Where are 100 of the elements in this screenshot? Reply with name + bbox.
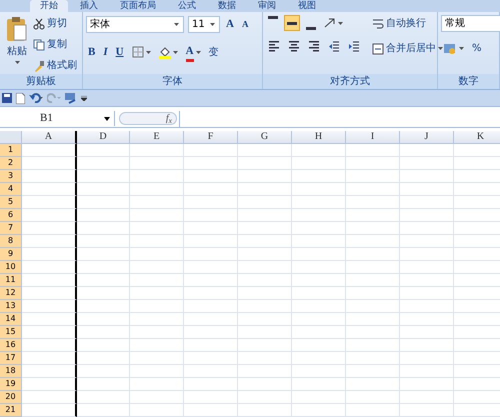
column-header[interactable]: H (292, 131, 346, 144)
table-cell[interactable] (22, 339, 77, 352)
table-cell[interactable] (22, 144, 77, 157)
table-cell[interactable] (22, 248, 77, 261)
table-cell[interactable] (22, 287, 77, 300)
merge-center-button[interactable]: 合并后居中 (370, 40, 445, 57)
fill-color-button[interactable] (156, 44, 180, 60)
row-header[interactable]: 10 (0, 261, 22, 274)
borders-button[interactable] (130, 45, 153, 60)
column-header[interactable]: J (400, 131, 454, 144)
ribbon-tab[interactable]: 视图 (288, 0, 326, 12)
italic-button[interactable]: I (101, 43, 110, 62)
select-all-corner[interactable] (0, 131, 22, 144)
font-size-field[interactable]: 11 (188, 16, 220, 33)
row-header[interactable]: 15 (0, 326, 22, 339)
horizontal-align-button[interactable] (306, 39, 322, 53)
column-header[interactable]: A (22, 131, 77, 144)
clipboard-cut-button[interactable]: 剪切 (31, 15, 79, 32)
phonetic-button[interactable]: 变 (206, 44, 221, 61)
ribbon-tab[interactable]: 开始 (30, 0, 68, 12)
row-header[interactable]: 21 (0, 404, 22, 417)
horizontal-align-button[interactable] (286, 39, 302, 53)
table-cell[interactable] (22, 313, 77, 326)
indent-button[interactable] (346, 39, 362, 53)
caret-icon (210, 22, 217, 26)
clipboard-format-painter-button[interactable]: 格式刷 (31, 57, 79, 74)
table-cell[interactable] (22, 326, 77, 339)
row-header[interactable]: 7 (0, 222, 22, 235)
document-icon[interactable] (16, 92, 25, 104)
caret-icon (146, 50, 151, 54)
column-header[interactable]: I (346, 131, 400, 144)
row-header[interactable]: 14 (0, 313, 22, 326)
table-cell[interactable] (22, 352, 77, 365)
table-cell[interactable] (22, 222, 77, 235)
row-header[interactable]: 18 (0, 365, 22, 378)
row-header[interactable]: 6 (0, 209, 22, 222)
caret-icon (174, 22, 181, 26)
underline-button[interactable]: U (114, 43, 126, 62)
row-header[interactable]: 12 (0, 287, 22, 300)
table-cell[interactable] (22, 196, 77, 209)
table-cell[interactable] (22, 170, 77, 183)
row-header[interactable]: 8 (0, 235, 22, 248)
row-header[interactable]: 16 (0, 339, 22, 352)
row-header[interactable]: 17 (0, 352, 22, 365)
paste-button[interactable]: 粘贴 (3, 15, 31, 74)
name-box[interactable]: B1 (0, 111, 115, 126)
clipboard-copy-button[interactable]: 复制 (31, 36, 79, 53)
ribbon-tab[interactable]: 审阅 (248, 0, 286, 12)
group-label: 对齐方式 (263, 74, 437, 89)
grow-font-button[interactable]: A (224, 15, 236, 34)
row-header[interactable]: 3 (0, 170, 22, 183)
screen-icon[interactable] (65, 92, 77, 104)
function-button[interactable]: f$_{x}$ (166, 111, 172, 126)
row-header[interactable]: 19 (0, 378, 22, 391)
row-header[interactable]: 11 (0, 274, 22, 287)
table-cell[interactable] (22, 378, 77, 391)
horizontal-align-button[interactable] (266, 39, 282, 53)
shrink-font-button[interactable]: A (240, 16, 250, 32)
table-cell[interactable] (22, 157, 77, 170)
font-name-field[interactable]: 宋体 (86, 16, 184, 33)
percent-button[interactable]: % (470, 40, 484, 57)
save-icon[interactable] (2, 93, 12, 103)
table-cell[interactable] (22, 365, 77, 378)
row-header[interactable]: 2 (0, 157, 22, 170)
row-header[interactable]: 4 (0, 183, 22, 196)
row-header[interactable]: 9 (0, 248, 22, 261)
group-label: 字体 (83, 74, 262, 89)
number-format-field[interactable]: 常规 (441, 15, 500, 32)
clipboard-icon (6, 16, 28, 42)
table-cell[interactable] (22, 391, 77, 404)
table-cell[interactable] (22, 300, 77, 313)
table-cell[interactable] (22, 274, 77, 287)
row-header[interactable]: 5 (0, 196, 22, 209)
row-header[interactable]: 20 (0, 391, 22, 404)
ribbon-tab[interactable]: 插入 (70, 0, 108, 12)
currency-button[interactable] (441, 42, 466, 56)
font-color-button[interactable]: A (184, 42, 203, 63)
row-header[interactable]: 1 (0, 144, 22, 157)
group-label: 剪贴板 (0, 74, 82, 89)
column-header[interactable]: G (238, 131, 292, 144)
dropdown-icon[interactable] (81, 96, 87, 100)
column-header[interactable]: F (184, 131, 238, 144)
row-header[interactable]: 13 (0, 300, 22, 313)
merge-icon (372, 42, 384, 54)
undo-icon[interactable] (29, 93, 43, 103)
ribbon-tab[interactable]: 公式 (168, 0, 206, 12)
vertical-align-button[interactable] (284, 15, 300, 31)
ribbon-tab[interactable]: 数据 (208, 0, 246, 12)
column-header[interactable]: E (130, 131, 184, 144)
ribbon-tab[interactable]: 页面布局 (110, 0, 166, 12)
caret-icon (459, 47, 464, 50)
table-cell[interactable] (22, 261, 77, 274)
table-cell[interactable] (22, 183, 77, 196)
column-header[interactable]: D (77, 131, 130, 144)
wrap-icon (372, 18, 384, 30)
table-cell[interactable] (22, 235, 77, 248)
bold-button[interactable]: B (86, 43, 98, 62)
column-header[interactable]: K (454, 131, 500, 144)
table-cell[interactable] (22, 404, 77, 417)
table-cell[interactable] (22, 209, 77, 222)
